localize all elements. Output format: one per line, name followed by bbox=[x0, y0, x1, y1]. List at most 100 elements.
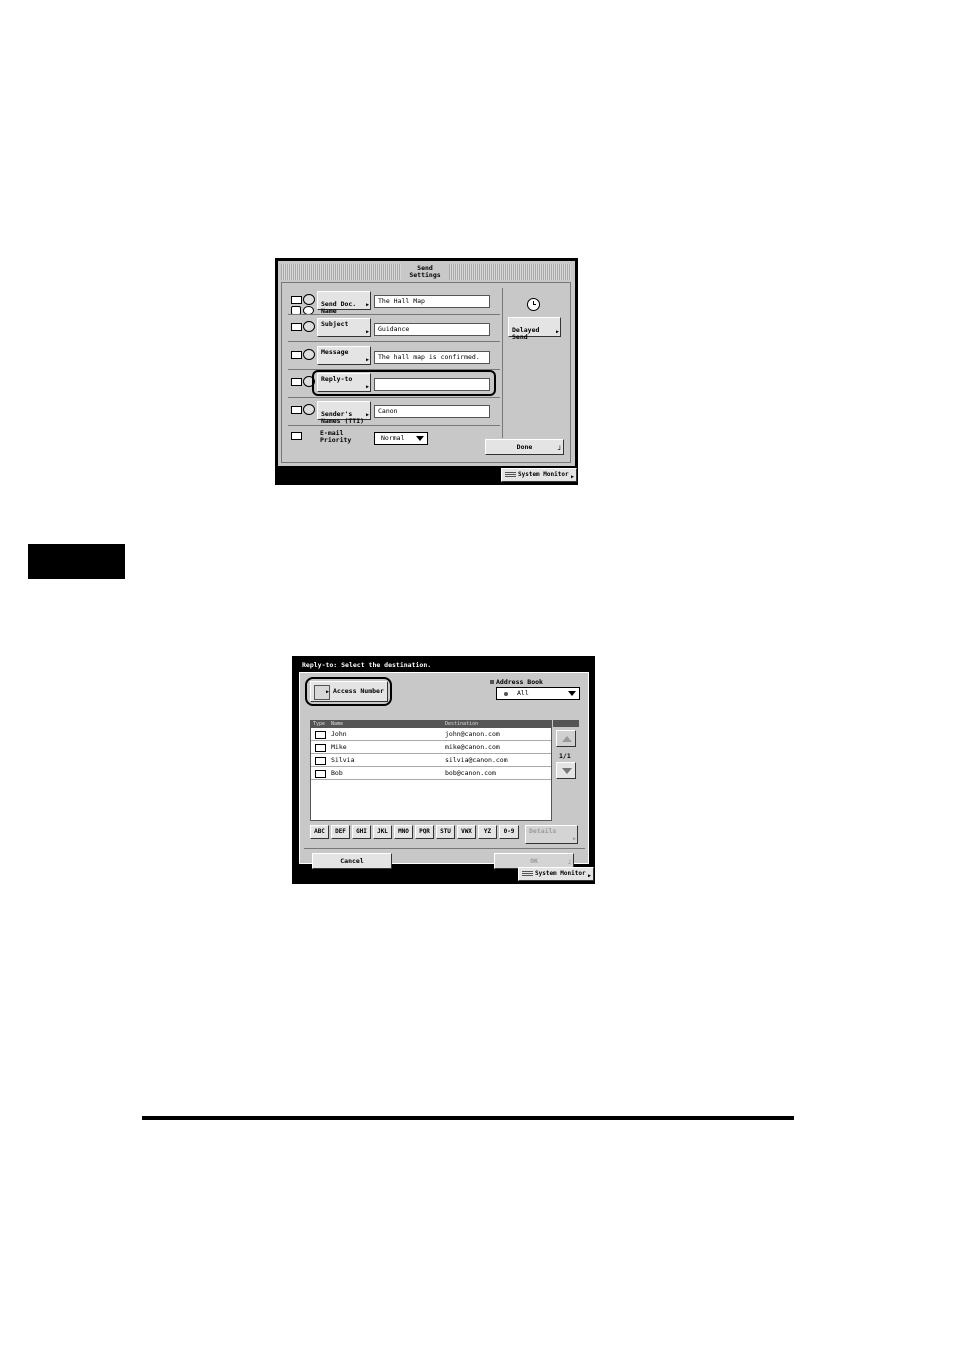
alpha-key-mno[interactable]: MNO bbox=[394, 825, 413, 839]
ifax-icon bbox=[303, 404, 315, 415]
system-monitor-button[interactable]: System Monitor ▶ bbox=[518, 867, 594, 881]
alpha-key-0-9[interactable]: 0-9 bbox=[499, 825, 519, 839]
ifax-icon bbox=[303, 321, 315, 332]
alpha-key-stu[interactable]: STU bbox=[436, 825, 455, 839]
message-button[interactable]: Message ▶ bbox=[317, 346, 371, 365]
bullet-icon bbox=[490, 680, 494, 684]
message-label: Message bbox=[321, 348, 349, 356]
monitor-icon bbox=[522, 871, 533, 876]
entry-email: mike@canon.com bbox=[445, 743, 500, 751]
enter-icon: ┘ bbox=[557, 446, 562, 454]
list-item[interactable]: Silvia silvia@canon.com bbox=[311, 754, 551, 767]
list-header: Type Name Destination bbox=[311, 721, 551, 728]
arrow-right-icon: ▶ bbox=[555, 329, 559, 335]
address-book-value: All bbox=[517, 689, 529, 697]
list-item[interactable]: John john@canon.com bbox=[311, 728, 551, 741]
reply-to-frame: ▶ Access Number Address Book All Type Na… bbox=[299, 672, 589, 869]
send-doc-name-field[interactable]: The Hall Map bbox=[374, 295, 490, 308]
entry-name: Mike bbox=[331, 743, 347, 751]
panel-divider bbox=[502, 288, 503, 438]
alpha-key-jkl[interactable]: JKL bbox=[373, 825, 392, 839]
mail-icon bbox=[291, 378, 302, 386]
priority-dropdown[interactable]: Normal bbox=[374, 432, 428, 445]
done-button[interactable]: Done ┘ bbox=[485, 439, 564, 455]
destination-list: Type Name Destination John john@canon.co… bbox=[310, 720, 552, 821]
row-sender-names: Sender's Names (TTI) ▶ Canon bbox=[282, 400, 500, 425]
cancel-label: Cancel bbox=[340, 857, 364, 865]
reply-to-screen: Reply-to: Select the destination. ▶ Acce… bbox=[292, 656, 595, 884]
address-book-title: Address Book bbox=[490, 678, 543, 686]
arrow-right-icon: ▶ bbox=[365, 329, 369, 335]
arrow-right-icon: ▶ bbox=[587, 873, 591, 879]
mail-icon bbox=[291, 351, 302, 359]
delayed-send-label: Delayed Send bbox=[512, 326, 540, 341]
list-item[interactable]: Bob bob@canon.com bbox=[311, 767, 551, 780]
col-destination: Destination bbox=[445, 721, 479, 727]
cancel-button[interactable]: Cancel bbox=[312, 853, 392, 869]
delayed-send-button[interactable]: Delayed Send ▶ bbox=[508, 317, 561, 341]
details-button[interactable]: Details ▶ bbox=[525, 825, 578, 844]
row-divider bbox=[288, 397, 500, 398]
arrow-up-icon bbox=[562, 736, 572, 742]
settings-panel: Send Doc. Name ▶ The Hall Map Subject ▶ … bbox=[281, 282, 571, 463]
alpha-key-yz[interactable]: YZ bbox=[478, 825, 497, 839]
alpha-key-abc[interactable]: ABC bbox=[310, 825, 329, 839]
address-book-dropdown[interactable]: All bbox=[496, 687, 580, 700]
address-book-label: Address Book bbox=[496, 678, 543, 686]
clock-icon bbox=[527, 298, 540, 311]
message-field[interactable]: The hall map is confirmed. bbox=[374, 351, 490, 364]
system-monitor-label: System Monitor bbox=[518, 471, 569, 478]
row-message: Message ▶ The hall map is confirmed. bbox=[282, 345, 500, 369]
list-item[interactable]: Mike mike@canon.com bbox=[311, 741, 551, 754]
row-email-priority: E-mail Priority Normal bbox=[282, 428, 500, 452]
arrow-down-icon bbox=[562, 768, 572, 774]
mail-icon bbox=[291, 323, 302, 331]
subject-field[interactable]: Guidance bbox=[374, 323, 490, 336]
done-label: Done bbox=[516, 443, 533, 451]
priority-value: Normal bbox=[381, 434, 405, 442]
send-doc-name-button[interactable]: Send Doc. Name ▶ bbox=[317, 291, 371, 315]
screen-header: Reply-to: Select the destination. bbox=[302, 661, 432, 669]
row-divider bbox=[288, 341, 500, 342]
mail-icon bbox=[315, 770, 326, 778]
system-monitor-button[interactable]: System Monitor ▶ bbox=[501, 468, 577, 482]
sender-names-button[interactable]: Sender's Names (TTI) ▶ bbox=[317, 401, 371, 425]
entry-name: Silvia bbox=[331, 756, 355, 764]
access-number-highlight bbox=[305, 677, 392, 706]
alpha-key-ghi[interactable]: GHI bbox=[352, 825, 371, 839]
monitor-icon bbox=[505, 472, 516, 477]
subject-label: Subject bbox=[321, 320, 349, 328]
ifax-icon bbox=[303, 294, 315, 305]
entry-email: silvia@canon.com bbox=[445, 756, 508, 764]
scroll-up-button[interactable] bbox=[556, 730, 576, 747]
row-divider bbox=[288, 425, 500, 426]
arrow-right-icon: ▶ bbox=[365, 357, 369, 363]
col-type: Type bbox=[313, 721, 326, 727]
send-doc-name-label: Send Doc. Name bbox=[321, 300, 357, 315]
row-divider bbox=[288, 314, 500, 315]
subject-button[interactable]: Subject ▶ bbox=[317, 318, 371, 337]
col-name: Name bbox=[331, 721, 344, 727]
page-indicator: 1/1 bbox=[559, 752, 571, 760]
entry-name: John bbox=[331, 730, 347, 738]
details-label: Details bbox=[529, 827, 557, 835]
entry-email: john@canon.com bbox=[445, 730, 500, 738]
scroll-down-button[interactable] bbox=[556, 762, 576, 779]
reply-to-highlight bbox=[312, 370, 496, 396]
alpha-key-pqr[interactable]: PQR bbox=[415, 825, 434, 839]
mail-icon bbox=[291, 406, 302, 414]
alpha-key-vwx[interactable]: VWX bbox=[457, 825, 476, 839]
system-monitor-label: System Monitor bbox=[535, 870, 586, 877]
arrow-right-icon: ▶ bbox=[572, 836, 576, 842]
arrow-right-icon: ▶ bbox=[570, 474, 574, 480]
entry-email: bob@canon.com bbox=[445, 769, 496, 777]
row-subject: Subject ▶ Guidance bbox=[282, 317, 500, 341]
sender-names-field[interactable]: Canon bbox=[374, 405, 490, 418]
send-settings-frame: Send Settings Send Doc. Name ▶ The Hall … bbox=[278, 261, 575, 466]
arrow-right-icon: ▶ bbox=[365, 412, 369, 418]
chevron-down-icon bbox=[416, 436, 424, 441]
alpha-key-def[interactable]: DEF bbox=[331, 825, 350, 839]
chapter-tab bbox=[28, 544, 125, 579]
ok-label: OK bbox=[530, 857, 538, 865]
send-settings-screen: Send Settings Send Doc. Name ▶ The Hall … bbox=[275, 258, 578, 485]
